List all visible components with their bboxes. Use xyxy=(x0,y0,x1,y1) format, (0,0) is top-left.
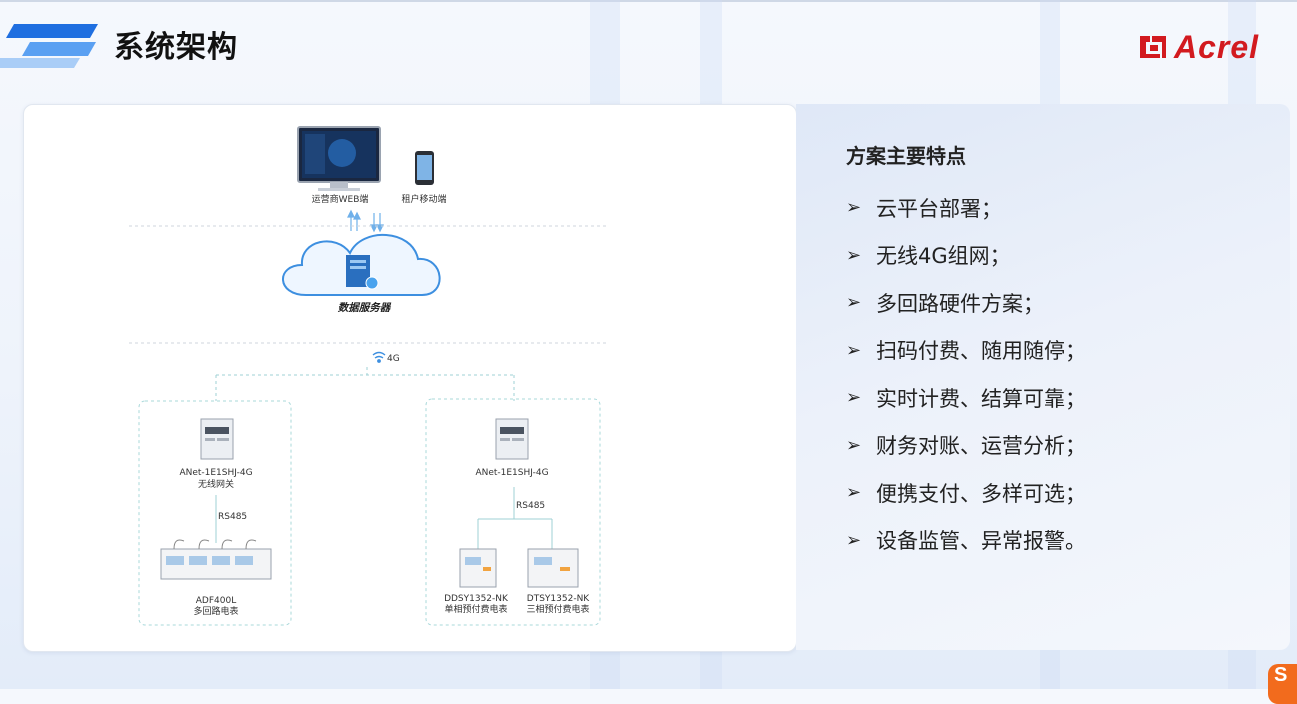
acrel-logo-mark-icon xyxy=(1140,36,1166,58)
three-phase-meter-desc: 三相预付费电表 xyxy=(526,605,590,615)
logo-text: Acrel xyxy=(1174,28,1260,65)
arrowhead-bullet-icon: ➢ xyxy=(846,339,862,361)
multi-circuit-meter-icon xyxy=(160,539,272,580)
single-phase-meter-desc: 单相预付费电表 xyxy=(444,605,508,615)
feature-text: 实时计费、结算可靠； xyxy=(876,386,1086,411)
feature-item: ➢ 设备监管、异常报警。 xyxy=(846,517,1086,565)
right-rs485-lines xyxy=(477,487,553,549)
right-gateway-model: ANet-1E1SHJ-4G xyxy=(475,468,549,478)
feature-text: 扫码付费、随用随停； xyxy=(876,339,1086,364)
mobile-phone-icon xyxy=(415,151,434,185)
mobile-client-label: 租户移动端 xyxy=(401,195,447,205)
right-bus-label: RS485 xyxy=(516,501,546,511)
feature-text: 设备监管、异常报警。 xyxy=(876,529,1086,554)
arrowhead-bullet-icon: ➢ xyxy=(846,387,862,409)
feature-text: 云平台部署； xyxy=(876,196,1002,221)
network-label: 4G xyxy=(387,354,400,364)
right-gateway-device-icon xyxy=(495,418,529,460)
arrowhead-bullet-icon: ➢ xyxy=(846,292,862,314)
monitor-icon xyxy=(297,126,381,191)
left-gateway-model: ANet-1E1SHJ-4G xyxy=(179,468,253,478)
arrowhead-bullet-icon: ➢ xyxy=(846,434,862,456)
feature-item: ➢ 多回路硬件方案； xyxy=(846,279,1086,327)
feature-text: 多回路硬件方案； xyxy=(876,291,1044,316)
left-gateway-desc: 无线网关 xyxy=(197,480,234,490)
left-gateway-device-icon xyxy=(200,418,234,460)
left-bus-label: RS485 xyxy=(218,512,248,522)
top-border-line xyxy=(0,0,1297,2)
wifi-icon xyxy=(372,351,386,363)
server-label: 数据服务器 xyxy=(337,302,391,314)
feature-text: 便携支付、多样可选； xyxy=(876,481,1086,506)
arrowhead-bullet-icon: ➢ xyxy=(846,197,862,219)
feature-item: ➢ 云平台部署； xyxy=(846,184,1086,232)
network-tree-lines xyxy=(215,367,515,401)
feature-item: ➢ 无线4G组网； xyxy=(846,232,1086,280)
acrel-logo: Acrel xyxy=(1138,28,1259,66)
feature-text: 无线4G组网； xyxy=(876,244,1011,269)
three-phase-meter-icon xyxy=(527,548,579,588)
architecture-diagram xyxy=(129,126,609,626)
arrowhead-bullet-icon: ➢ xyxy=(846,482,862,504)
data-flow-arrows xyxy=(347,209,384,233)
architecture-diagram-panel: 运营商WEB端 租户移动端 数据服务器 4G ANet-1E1SHJ-4G 无线… xyxy=(23,104,797,652)
single-phase-meter-icon xyxy=(459,548,497,588)
title-decoration-icon xyxy=(0,24,98,68)
page-title: 系统架构 xyxy=(114,30,238,65)
features-panel: 方案主要特点 ➢ 云平台部署； ➢ 无线4G组网； ➢ 多回路硬件方案； ➢ 扫码付费、… xyxy=(796,104,1290,650)
feature-item: ➢ 财务对账、运营分析； xyxy=(846,422,1086,470)
left-meter-desc: 多回路电表 xyxy=(193,607,239,617)
feature-item: ➢ 便携支付、多样可选； xyxy=(846,469,1086,517)
feature-item: ➢ 实时计费、结算可靠； xyxy=(846,374,1086,422)
corner-app-icon-glyph: S xyxy=(1274,664,1288,686)
feature-text: 财务对账、运营分析； xyxy=(876,434,1086,459)
web-client-label: 运营商WEB端 xyxy=(311,195,369,205)
feature-item: ➢ 扫码付费、随用随停； xyxy=(846,327,1086,375)
arrowhead-bullet-icon: ➢ xyxy=(846,244,862,266)
arrowhead-bullet-icon: ➢ xyxy=(846,529,862,551)
features-list: ➢ 云平台部署； ➢ 无线4G组网； ➢ 多回路硬件方案； ➢ 扫码付费、随用随停； ➢… xyxy=(846,184,1086,564)
features-title: 方案主要特点 xyxy=(846,144,966,168)
